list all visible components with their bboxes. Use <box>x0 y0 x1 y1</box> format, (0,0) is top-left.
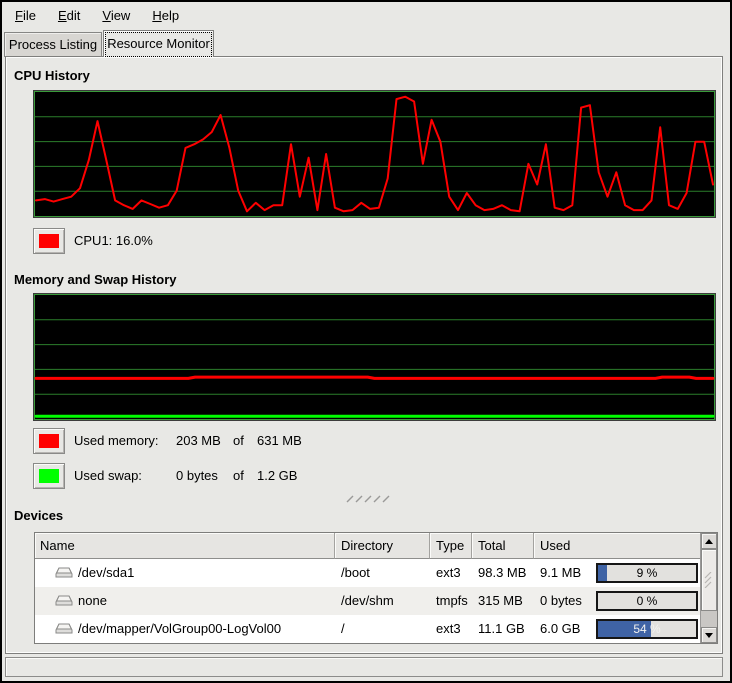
pane-resize-handle[interactable] <box>345 490 391 508</box>
column-header-used[interactable]: Used <box>534 533 700 559</box>
memory-history-graph <box>33 293 716 421</box>
used-memory-total: 631 MB <box>257 428 302 454</box>
device-used-progressbar: 0 % <box>596 591 698 611</box>
cpu-history-title: CPU History <box>14 68 90 83</box>
device-directory: /dev/shm <box>335 587 430 615</box>
cpu1-color-button[interactable] <box>33 228 65 254</box>
scroll-up-icon <box>705 539 713 544</box>
used-swap-color-button[interactable] <box>33 463 65 489</box>
cpu-history-graph <box>33 90 716 218</box>
menu-help[interactable]: Help <box>141 4 190 27</box>
devices-table-header: Name Directory Type Total Used <box>35 533 700 559</box>
device-directory: /boot <box>335 559 430 587</box>
used-swap-total: 1.2 GB <box>257 463 297 489</box>
used-memory-label: Used memory: <box>74 428 159 454</box>
column-header-name[interactable]: Name <box>35 533 335 559</box>
device-total: 98.3 MB <box>472 559 534 587</box>
device-used-progressbar: 54 % <box>596 619 698 639</box>
menu-view[interactable]: View <box>91 4 141 27</box>
tab-resource-monitor[interactable]: Resource Monitor <box>103 30 214 57</box>
used-memory-of: of <box>233 428 244 454</box>
device-total: 315 MB <box>472 587 534 615</box>
status-bar <box>5 657 723 677</box>
device-name: /dev/sda1 <box>78 559 134 587</box>
progress-label: 9 % <box>598 565 696 581</box>
menu-file[interactable]: File <box>4 4 47 27</box>
cpu1-legend-label: CPU1: 16.0% <box>74 228 153 254</box>
scrollbar-trough[interactable] <box>701 611 717 627</box>
used-swap-of: of <box>233 463 244 489</box>
menu-edit[interactable]: Edit <box>47 4 91 27</box>
table-row-none[interactable]: none /dev/shm tmpfs 315 MB 0 bytes 0 % <box>35 587 700 615</box>
device-used: 9.1 MB <box>540 559 592 587</box>
vertical-scrollbar[interactable] <box>701 533 717 643</box>
cpu-history-chart <box>34 91 715 217</box>
progress-label: 0 % <box>598 593 696 609</box>
device-total: 11.1 GB <box>472 615 534 643</box>
column-header-type[interactable]: Type <box>430 533 472 559</box>
progress-label: 54 % <box>598 621 696 637</box>
used-swap-label: Used swap: <box>74 463 142 489</box>
used-memory-color-button[interactable] <box>33 428 65 454</box>
used-swap-value: 0 bytes <box>176 463 218 489</box>
column-header-total[interactable]: Total <box>472 533 534 559</box>
table-row-dev-sda1[interactable]: /dev/sda1 /boot ext3 98.3 MB 9.1 MB 9 % <box>35 559 700 587</box>
memory-history-title: Memory and Swap History <box>14 272 177 287</box>
disk-icon <box>55 622 73 636</box>
device-name: none <box>78 587 107 615</box>
devices-table: Name Directory Type Total Used /dev/sda1… <box>34 532 718 644</box>
scroll-up-button[interactable] <box>701 533 717 549</box>
pane-resize-grip-icon <box>345 495 391 503</box>
system-monitor-window: File Edit View Help Process Listing Reso… <box>0 0 732 683</box>
devices-title: Devices <box>14 508 63 523</box>
used-swap-color-swatch <box>39 469 59 483</box>
used-memory-color-swatch <box>39 434 59 448</box>
scroll-down-button[interactable] <box>701 627 717 643</box>
device-type: ext3 <box>430 615 472 643</box>
device-used: 6.0 GB <box>540 615 592 643</box>
tab-focus-outline <box>106 33 211 56</box>
device-directory: / <box>335 615 430 643</box>
memory-history-chart <box>34 294 715 420</box>
column-header-directory[interactable]: Directory <box>335 533 430 559</box>
disk-icon <box>55 566 73 580</box>
tab-process-listing-label: Process Listing <box>9 37 97 52</box>
device-used: 0 bytes <box>540 587 592 615</box>
devices-treeview: Name Directory Type Total Used /dev/sda1… <box>35 533 701 643</box>
used-memory-value: 203 MB <box>176 428 221 454</box>
scrollbar-grip-icon <box>704 572 714 588</box>
tab-process-listing[interactable]: Process Listing <box>4 32 102 57</box>
disk-icon <box>55 594 73 608</box>
device-used-progressbar: 9 % <box>596 563 698 583</box>
device-type: tmpfs <box>430 587 472 615</box>
scroll-down-icon <box>705 633 713 638</box>
menu-bar: File Edit View Help <box>2 2 730 29</box>
device-name: /dev/mapper/VolGroup00-LogVol00 <box>78 615 281 643</box>
table-row-volgroup[interactable]: /dev/mapper/VolGroup00-LogVol00 / ext3 1… <box>35 615 700 643</box>
cpu1-color-swatch <box>39 234 59 248</box>
scrollbar-thumb[interactable] <box>701 549 717 611</box>
device-type: ext3 <box>430 559 472 587</box>
